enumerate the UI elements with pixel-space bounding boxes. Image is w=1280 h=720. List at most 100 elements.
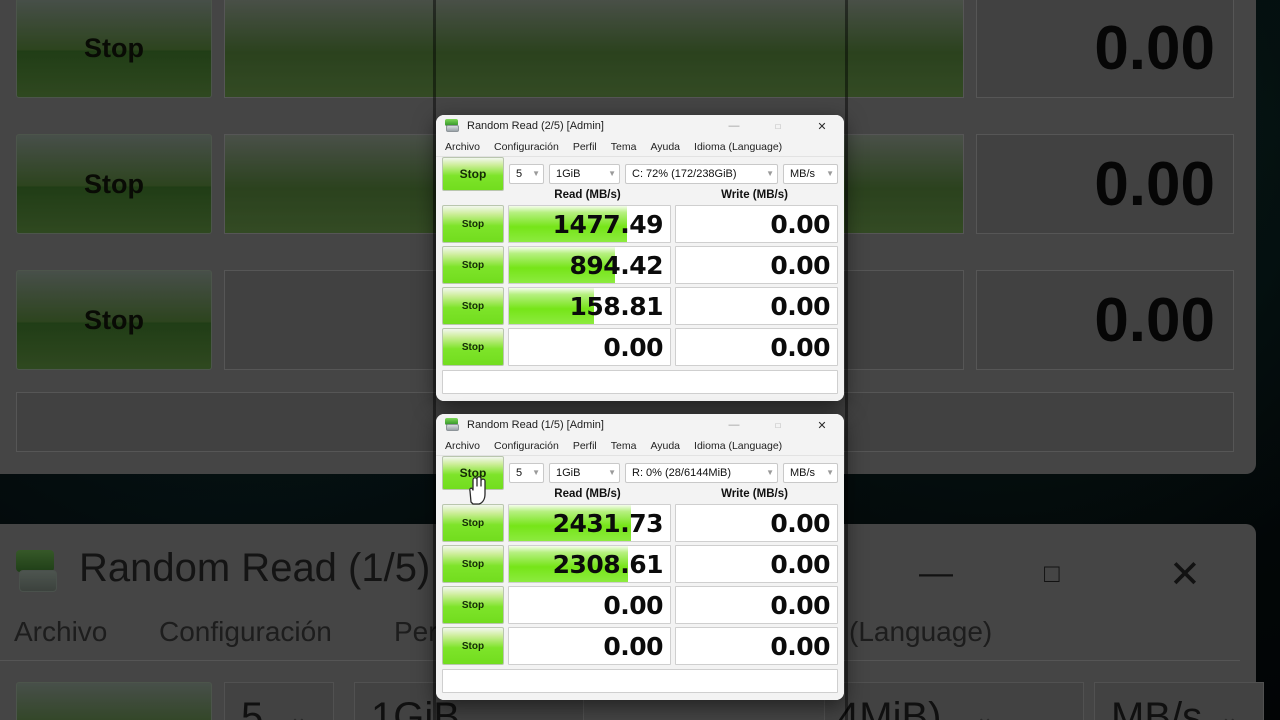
minimize-button[interactable]: — bbox=[712, 115, 756, 137]
chevron-down-icon: ▼ bbox=[766, 169, 774, 178]
chevron-down-icon: ⌄ bbox=[289, 704, 308, 720]
chevron-down-icon: ▼ bbox=[608, 169, 616, 178]
screen: Adobe After Effects 2020 Videos PC Manag… bbox=[0, 0, 1280, 720]
unit-select[interactable]: MB/s ▼ bbox=[783, 163, 838, 184]
close-button[interactable]: ✕ bbox=[800, 414, 844, 436]
write-value: 0.00 bbox=[770, 291, 830, 321]
table-row: Stop 1477.49 0.00 bbox=[442, 205, 838, 243]
menu-idioma[interactable]: Idioma (Language) bbox=[694, 440, 782, 452]
window-1-status-bar bbox=[442, 370, 838, 394]
read-value: 0.00 bbox=[603, 332, 663, 362]
maximize-button[interactable]: □ bbox=[756, 115, 800, 137]
row-stop-button[interactable]: Stop bbox=[442, 287, 504, 325]
bg-unit-combo[interactable]: MB/s ⌄ bbox=[1094, 682, 1264, 720]
drive-value: R: 0% (28/6144MiB) bbox=[632, 466, 732, 479]
write-value: 0.00 bbox=[770, 508, 830, 538]
bg-menu-configuracion[interactable]: Configuración bbox=[159, 616, 332, 648]
bg-count-combo[interactable]: 5 ⌄ bbox=[224, 682, 334, 720]
menu-configuracion[interactable]: Configuración bbox=[494, 141, 559, 153]
write-column-header: Write (MB/s) bbox=[721, 188, 788, 201]
write-value-cell: 0.00 bbox=[675, 205, 838, 243]
read-value: 0.00 bbox=[603, 631, 663, 661]
bg-maximize-icon[interactable]: □ bbox=[1044, 558, 1060, 589]
row-stop-button[interactable]: Stop bbox=[442, 627, 504, 665]
row-stop-button[interactable]: Stop bbox=[442, 504, 504, 542]
test-size-select[interactable]: 1GiB ▼ bbox=[549, 163, 620, 184]
write-value: 0.00 bbox=[770, 209, 830, 239]
bg-write-value: 0.00 bbox=[976, 270, 1234, 370]
read-value-cell: 894.42 bbox=[508, 246, 671, 284]
bg-unit-value: MB/s bbox=[1111, 694, 1203, 720]
test-count-select[interactable]: 5 ▼ bbox=[509, 163, 544, 184]
bg-main-stop-button[interactable] bbox=[16, 682, 212, 720]
maximize-button[interactable]: □ bbox=[756, 414, 800, 436]
window-1-menubar[interactable]: Archivo Configuración Perfil Tema Ayuda … bbox=[436, 137, 844, 157]
window-2-status-bar bbox=[442, 669, 838, 693]
bg-menu-archivo[interactable]: Archivo bbox=[14, 616, 107, 648]
bg-menu-perfil[interactable]: Per bbox=[394, 616, 438, 648]
write-value-cell: 0.00 bbox=[675, 545, 838, 583]
menu-perfil[interactable]: Perfil bbox=[573, 141, 597, 153]
chevron-down-icon: ▼ bbox=[532, 169, 540, 178]
menu-perfil[interactable]: Perfil bbox=[573, 440, 597, 452]
row-stop-button[interactable]: Stop bbox=[442, 586, 504, 624]
read-value-cell: 0.00 bbox=[508, 328, 671, 366]
window-2-title: Random Read (1/5) [Admin] bbox=[467, 419, 604, 431]
write-value: 0.00 bbox=[770, 631, 830, 661]
bg-minimize-icon[interactable]: — bbox=[919, 554, 953, 593]
write-value-cell: 0.00 bbox=[675, 627, 838, 665]
write-column-header: Write (MB/s) bbox=[721, 487, 788, 500]
menu-archivo[interactable]: Archivo bbox=[445, 141, 480, 153]
drive-select[interactable]: C: 72% (172/238GiB) ▼ bbox=[625, 163, 778, 184]
window-1-titlebar[interactable]: Random Read (2/5) [Admin] — □ ✕ bbox=[436, 115, 844, 137]
window-2-body: Stop 5 ▼ 1GiB ▼ R: 0% (28/6144MiB) ▼ MB/… bbox=[436, 455, 844, 700]
bg-write-value: 0.00 bbox=[976, 134, 1234, 234]
chevron-down-icon: ▼ bbox=[608, 468, 616, 477]
window-2-titlebar[interactable]: Random Read (1/5) [Admin] — □ ✕ bbox=[436, 414, 844, 436]
bg-write-value: 0.00 bbox=[976, 0, 1234, 98]
close-button[interactable]: ✕ bbox=[800, 115, 844, 137]
test-size-select[interactable]: 1GiB ▼ bbox=[549, 462, 620, 483]
menu-idioma[interactable]: Idioma (Language) bbox=[694, 141, 782, 153]
read-column-header: Read (MB/s) bbox=[554, 487, 621, 500]
menu-tema[interactable]: Tema bbox=[611, 440, 637, 452]
menu-configuracion[interactable]: Configuración bbox=[494, 440, 559, 452]
bg-stop-button[interactable]: Stop bbox=[16, 270, 212, 370]
write-value: 0.00 bbox=[770, 549, 830, 579]
bg-close-icon[interactable]: ✕ bbox=[1169, 552, 1201, 597]
main-stop-button[interactable]: Stop bbox=[442, 455, 504, 490]
table-row: Stop 0.00 0.00 bbox=[442, 586, 838, 624]
main-stop-button[interactable]: Stop bbox=[442, 156, 504, 191]
bg-drive-combo[interactable]: 4MiB) ⌄ bbox=[824, 682, 1084, 720]
crystaldiskmark-window-2[interactable]: Random Read (1/5) [Admin] — □ ✕ Archivo … bbox=[436, 414, 844, 700]
row-stop-button[interactable]: Stop bbox=[442, 246, 504, 284]
window-1-title: Random Read (2/5) [Admin] bbox=[467, 120, 604, 132]
bg-stop-button[interactable]: Stop bbox=[16, 134, 212, 234]
row-stop-button[interactable]: Stop bbox=[442, 205, 504, 243]
read-value: 894.42 bbox=[569, 250, 664, 280]
test-count-select[interactable]: 5 ▼ bbox=[509, 462, 544, 483]
table-row: Stop 0.00 0.00 bbox=[442, 627, 838, 665]
chevron-down-icon: ▼ bbox=[532, 468, 540, 477]
window-1-body: Stop 5 ▼ 1GiB ▼ C: 72% (172/238GiB) ▼ MB… bbox=[436, 156, 844, 401]
crystaldiskmark-window-1[interactable]: Random Read (2/5) [Admin] — □ ✕ Archivo … bbox=[436, 115, 844, 401]
read-value: 158.81 bbox=[569, 291, 664, 321]
bg-menu-idioma[interactable]: (Language) bbox=[849, 616, 992, 648]
chevron-down-icon: ▼ bbox=[766, 468, 774, 477]
row-stop-button[interactable]: Stop bbox=[442, 545, 504, 583]
menu-archivo[interactable]: Archivo bbox=[445, 440, 480, 452]
menu-ayuda[interactable]: Ayuda bbox=[650, 440, 680, 452]
unit-select[interactable]: MB/s ▼ bbox=[783, 462, 838, 483]
minimize-button[interactable]: — bbox=[712, 414, 756, 436]
drive-select[interactable]: R: 0% (28/6144MiB) ▼ bbox=[625, 462, 778, 483]
bg-count-value: 5 bbox=[241, 694, 264, 720]
test-count-value: 5 bbox=[516, 466, 523, 479]
menu-tema[interactable]: Tema bbox=[611, 141, 637, 153]
row-stop-button[interactable]: Stop bbox=[442, 328, 504, 366]
bg-stop-button[interactable]: Stop bbox=[16, 0, 212, 98]
bg-read-cell bbox=[224, 0, 964, 98]
menu-ayuda[interactable]: Ayuda bbox=[650, 141, 680, 153]
window-2-menubar[interactable]: Archivo Configuración Perfil Tema Ayuda … bbox=[436, 436, 844, 456]
write-value-cell: 0.00 bbox=[675, 246, 838, 284]
chevron-down-icon: ⌄ bbox=[1220, 704, 1239, 720]
